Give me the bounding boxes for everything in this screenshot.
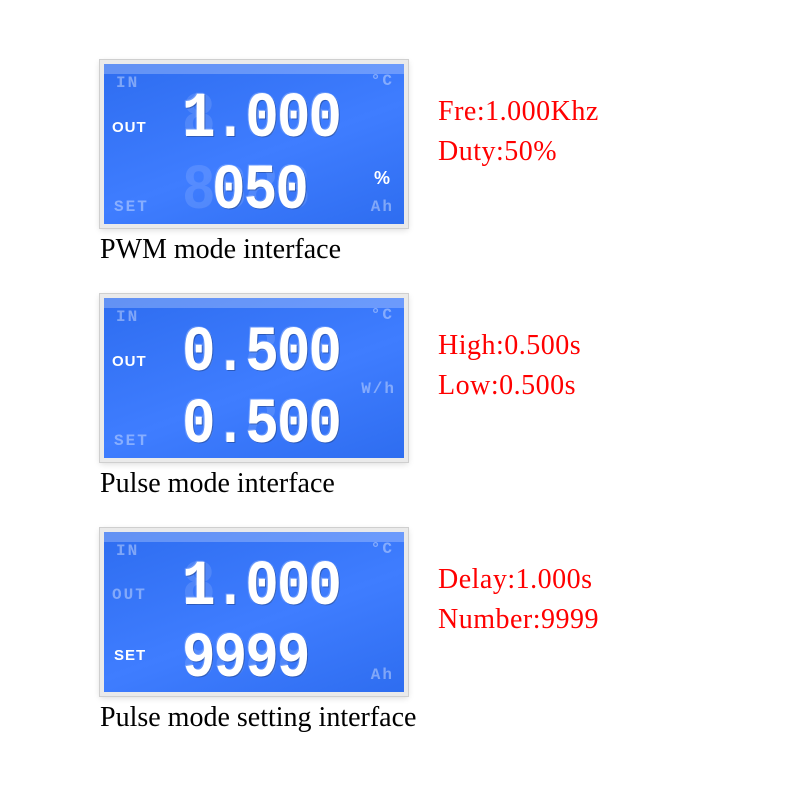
pulse-set-row: IN OUT °C Ah SET 8.888 8888 1.000 9999 D…: [100, 528, 720, 696]
label-column: SET: [110, 532, 170, 692]
annotation-high: High:0.500s: [438, 330, 581, 362]
annotation-delay: Delay:1.000s: [438, 564, 599, 596]
annotation-low: Low:0.500s: [438, 370, 581, 402]
pulse-caption: Pulse mode interface: [100, 468, 720, 500]
ghost-wh: W/h: [361, 380, 396, 398]
ghost-ah: Ah: [371, 198, 394, 216]
annotation-fre: Fre:1.000Khz: [438, 96, 599, 128]
ghost-degc: °C: [371, 72, 394, 90]
ghost-ah: Ah: [371, 666, 394, 684]
pulse-row: IN SET °C W/h OUT 8.888 8.888 0.500 0.50…: [100, 294, 720, 462]
annotation-number: Number:9999: [438, 604, 599, 636]
label-column: OUT: [110, 298, 170, 458]
pulse-high-digits: 0.500: [182, 316, 340, 380]
pulse-lcd-panel: IN SET °C W/h OUT 8.888 8.888 0.500 0.50…: [100, 294, 408, 462]
delay-digits: 1.000: [182, 550, 340, 614]
pwm-caption: PWM mode interface: [100, 234, 720, 266]
pwm-row: IN SET °C Ah OUT 8.888 8888 1.000 050 % …: [100, 60, 720, 228]
pulse-low-digits: 0.500: [182, 388, 340, 452]
percent-unit: %: [374, 168, 390, 189]
label-column: OUT: [110, 64, 170, 224]
pwm-freq-digits: 1.000: [182, 82, 340, 146]
pulse-set-caption: Pulse mode setting interface: [100, 702, 720, 734]
pwm-lcd-panel: IN SET °C Ah OUT 8.888 8888 1.000 050 %: [100, 60, 408, 228]
ghost-degc: °C: [371, 540, 394, 558]
stage: IN SET °C Ah OUT 8.888 8888 1.000 050 % …: [0, 0, 800, 802]
pulse-set-lcd-panel: IN OUT °C Ah SET 8.888 8888 1.000 9999: [100, 528, 408, 696]
out-label: OUT: [112, 353, 147, 370]
pulse-set-annotations: Delay:1.000s Number:9999: [438, 528, 599, 644]
pulse-annotations: High:0.500s Low:0.500s: [438, 294, 581, 410]
ghost-degc: °C: [371, 306, 394, 324]
out-label: OUT: [112, 119, 147, 136]
pwm-duty-digits: 050: [212, 154, 307, 218]
annotation-duty: Duty:50%: [438, 136, 599, 168]
pwm-annotations: Fre:1.000Khz Duty:50%: [438, 60, 599, 176]
set-label: SET: [114, 647, 146, 664]
number-digits: 9999: [182, 622, 308, 686]
